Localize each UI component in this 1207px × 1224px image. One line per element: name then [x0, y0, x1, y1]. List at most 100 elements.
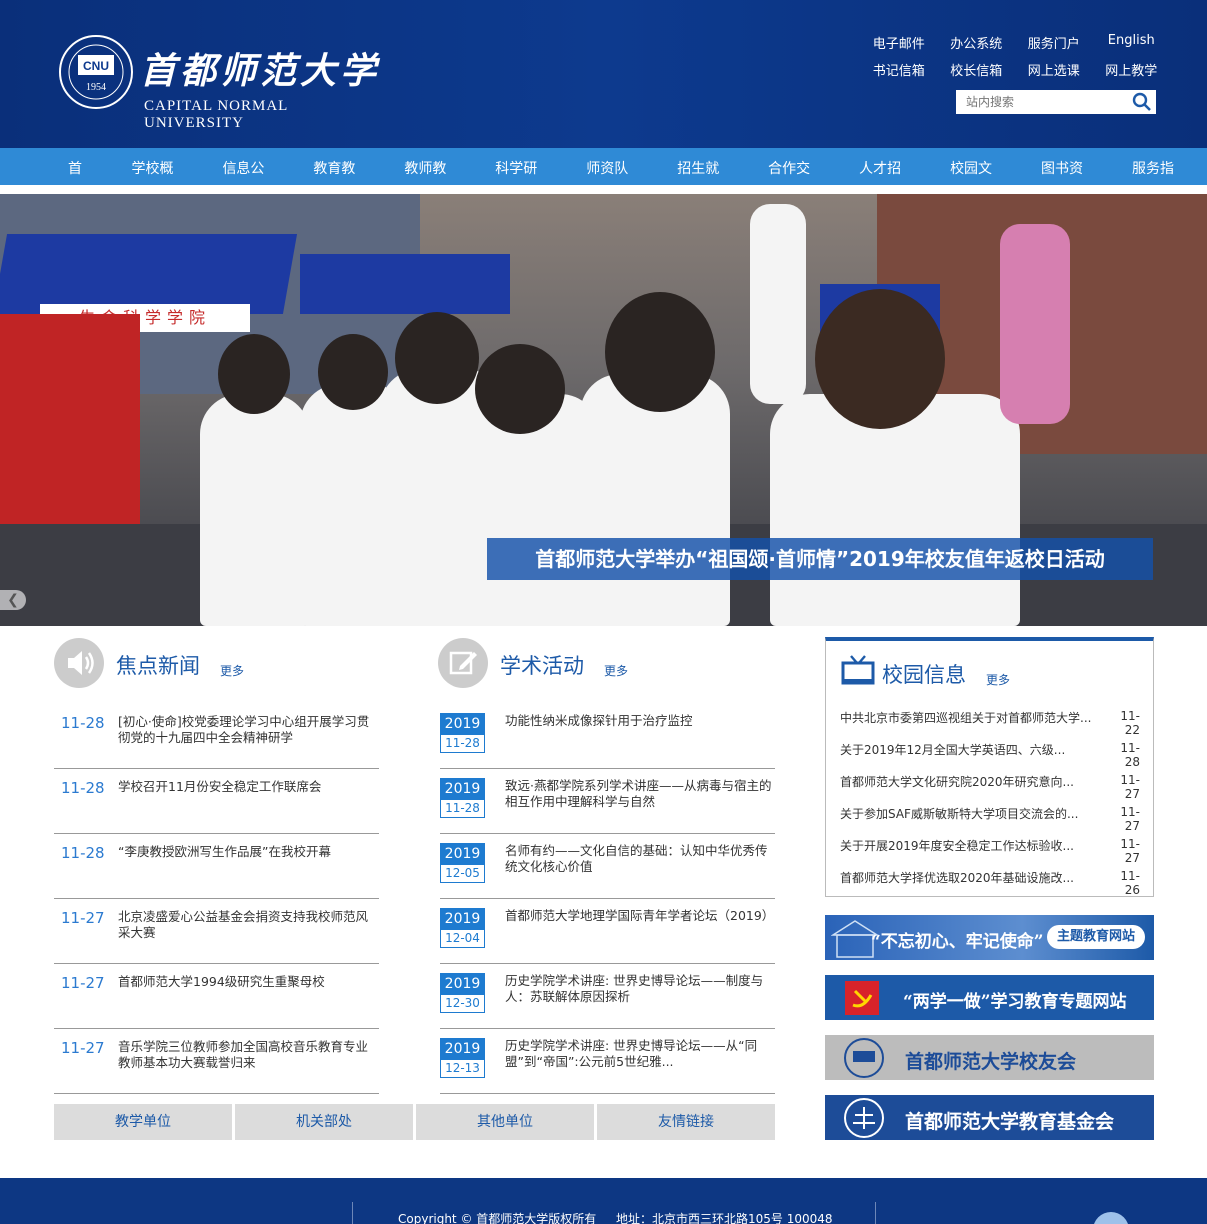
security-badge-icon[interactable] [1093, 1212, 1129, 1224]
campus-info-title-text[interactable]: 首都师范大学文化研究院2020年研究意向... [840, 773, 1106, 805]
nav-about[interactable]: 学校概况 [115, 148, 202, 219]
promo-foundation[interactable]: 首都师范大学教育基金会 [825, 1095, 1154, 1140]
news-date: 11-28 [61, 844, 105, 862]
nav-teacher-education[interactable]: 教师教育 [388, 148, 475, 219]
nav-admissions[interactable]: 招生就业 [661, 148, 748, 219]
top-link-office[interactable]: 办公系统 [938, 33, 1016, 60]
banner-person-head [395, 312, 479, 404]
academic-more-link[interactable]: 更多 [604, 662, 628, 679]
news-title[interactable]: 首都师范大学1994级研究生重聚母校 [118, 974, 376, 1028]
top-link-course-selection[interactable]: 网上选课 [1015, 60, 1093, 87]
nav-service-guide[interactable]: 服务指南 [1116, 148, 1203, 219]
academic-event-title[interactable]: 功能性纳米成像探针用于治疗监控 [505, 713, 775, 768]
list-item[interactable]: 2019 12-05 名师有约——文化自信的基础：认知中华优秀传统文化核心价值 [440, 834, 775, 899]
top-link-online-teaching[interactable]: 网上教学 [1093, 60, 1171, 87]
campus-info-more-link[interactable]: 更多 [986, 671, 1010, 688]
banner-person-head [318, 334, 388, 410]
nav-library[interactable]: 图书资料 [1025, 148, 1112, 219]
top-link-portal[interactable]: 服务门户 [1015, 33, 1093, 60]
svg-text:CNU: CNU [83, 59, 109, 73]
nav-cooperation[interactable]: 合作交流 [752, 148, 839, 219]
news-date: 11-27 [61, 1039, 105, 1057]
list-item[interactable]: 2019 12-13 历史学院学术讲座: 世界史博导论坛——从“同盟”到“帝国”:公… [440, 1029, 775, 1094]
list-item[interactable]: 11-28 [初心·使命]校党委理论学习中心组开展学习贯彻党的十九届四中全会精神研… [54, 704, 379, 769]
site-search [956, 90, 1156, 114]
campus-info-title-text[interactable]: 关于开展2019年度安全稳定工作达标验收... [840, 837, 1106, 869]
list-item[interactable]: 2019 11-28 致远·燕都学院系列学术讲座——从病毒与宿主的相互作用中理解科学… [440, 769, 775, 834]
list-item[interactable]: 11-27 北京凌盛爱心公益基金会捐资支持我校师范风采大赛 [54, 899, 379, 964]
academic-event-title[interactable]: 首都师范大学地理学国际青年学者论坛（2019） [505, 908, 775, 963]
top-link-secretary-mailbox[interactable]: 书记信箱 [860, 60, 938, 87]
banner-slideshow[interactable]: 生命科学学院 首都师范大学举办“祖国颂·首师情”2019年校友值年返校日活动 ❮ [0, 194, 1207, 626]
footer-divider [875, 1202, 876, 1224]
top-links: 电子邮件 办公系统 服务门户 English 书记信箱 校长信箱 网上选课 网上… [860, 33, 1170, 87]
banner-caption[interactable]: 首都师范大学举办“祖国颂·首师情”2019年校友值年返校日活动 [487, 538, 1153, 580]
badge-date: 12-30 [440, 995, 485, 1013]
campus-info-title-text[interactable]: 中共北京市委第四巡视组关于对首都师范大学... [840, 709, 1106, 741]
news-title[interactable]: [初心·使命]校党委理论学习中心组开展学习贯彻党的十九届四中全会精神研学 [118, 714, 376, 768]
tab-other-units[interactable]: 其他单位 [416, 1104, 594, 1140]
search-icon[interactable] [1132, 92, 1152, 112]
search-input[interactable] [956, 90, 1126, 114]
focus-news-more-link[interactable]: 更多 [220, 662, 244, 679]
focus-news-title: 焦点新闻 [116, 654, 200, 678]
top-link-english[interactable]: English [1093, 33, 1171, 60]
list-item[interactable]: 关于2019年12月全国大学英语四、六级... 11-28 [840, 741, 1140, 773]
list-item[interactable]: 关于参加SAF威斯敏斯特大学项目交流会的... 11-27 [840, 805, 1140, 837]
tab-friendly-links[interactable]: 友情链接 [597, 1104, 775, 1140]
badge-date: 12-13 [440, 1060, 485, 1078]
tab-administrative-offices[interactable]: 机关部处 [235, 1104, 413, 1140]
list-item[interactable]: 关于开展2019年度安全稳定工作达标验收... 11-27 [840, 837, 1140, 869]
university-chinese-name: 首都师范大学 [140, 50, 381, 92]
list-item[interactable]: 11-27 首都师范大学1994级研究生重聚母校 [54, 964, 379, 1029]
list-item[interactable]: 中共北京市委第四巡视组关于对首都师范大学... 11-22 [840, 709, 1140, 741]
list-item[interactable]: 11-27 音乐学院三位教师参加全国高校音乐教育专业教师基本功大赛载誉归来 [54, 1029, 379, 1094]
badge-date: 11-28 [440, 735, 485, 753]
nav-info-disclosure[interactable]: 信息公开 [206, 148, 293, 219]
news-title[interactable]: 音乐学院三位教师参加全国高校音乐教育专业教师基本功大赛载誉归来 [118, 1039, 376, 1093]
news-title[interactable]: 北京凌盛爱心公益基金会捐资支持我校师范风采大赛 [118, 909, 376, 963]
campus-info-title-text[interactable]: 首都师范大学择优选取2020年基础设施改... [840, 869, 1106, 901]
academic-event-title[interactable]: 致远·燕都学院系列学术讲座——从病毒与宿主的相互作用中理解科学与自然 [505, 778, 775, 833]
campus-info-date: 11-27 [1120, 773, 1140, 801]
campus-info-date: 11-26 [1120, 869, 1140, 897]
date-badge: 2019 11-28 [440, 778, 485, 820]
top-link-president-mailbox[interactable]: 校长信箱 [938, 60, 1016, 87]
nav-faculty[interactable]: 师资队伍 [570, 148, 657, 219]
nav-recruitment[interactable]: 人才招聘 [843, 148, 930, 219]
nav-campus-culture[interactable]: 校园文化 [934, 148, 1021, 219]
banner-prev-arrow-icon[interactable]: ❮ [0, 590, 26, 610]
academic-event-title[interactable]: 历史学院学术讲座: 世界史博导论坛——制度与人：苏联解体原因探析 [505, 973, 775, 1028]
footer-copyright: Copyright © 首都师范大学版权所有 [398, 1212, 597, 1224]
promo-theme-education[interactable]: “不忘初心、牢记使命” 主题教育网站 [825, 915, 1154, 960]
university-logo[interactable]: CNU 1954 首都师范大学 CAPITAL NORMAL UNIVERSIT… [58, 20, 388, 131]
list-item[interactable]: 2019 11-28 功能性纳米成像探针用于治疗监控 [440, 704, 775, 769]
news-date: 11-27 [61, 974, 105, 992]
banner-red-board [0, 314, 140, 554]
list-item[interactable]: 首都师范大学文化研究院2020年研究意向... 11-27 [840, 773, 1140, 805]
academic-event-title[interactable]: 名师有约——文化自信的基础：认知中华优秀传统文化核心价值 [505, 843, 775, 898]
top-link-email[interactable]: 电子邮件 [860, 33, 938, 60]
badge-date: 12-04 [440, 930, 485, 948]
nav-education[interactable]: 教育教学 [297, 148, 384, 219]
list-item[interactable]: 2019 12-04 首都师范大学地理学国际青年学者论坛（2019） [440, 899, 775, 964]
news-title[interactable]: “李庚教授欧洲写生作品展”在我校开幕 [118, 844, 376, 898]
list-item[interactable]: 2019 12-30 历史学院学术讲座: 世界史博导论坛——制度与人：苏联解体原因探… [440, 964, 775, 1029]
promo-text: 首都师范大学校友会 [905, 1051, 1077, 1073]
nav-home[interactable]: 首页 [52, 148, 111, 219]
campus-info-title-text[interactable]: 关于参加SAF威斯敏斯特大学项目交流会的... [840, 805, 1106, 837]
promo-two-studies[interactable]: “两学一做”学习教育专题网站 [825, 975, 1154, 1020]
nav-research[interactable]: 科学研究 [479, 148, 566, 219]
list-item[interactable]: 11-28 学校召开11月份安全稳定工作联席会 [54, 769, 379, 834]
svg-text:1954: 1954 [86, 82, 106, 93]
list-item[interactable]: 首都师范大学择优选取2020年基础设施改... 11-26 [840, 869, 1140, 901]
badge-year: 2019 [440, 908, 485, 930]
academic-event-title[interactable]: 历史学院学术讲座: 世界史博导论坛——从“同盟”到“帝国”:公元前5世纪雅... [505, 1038, 775, 1093]
tab-teaching-units[interactable]: 教学单位 [54, 1104, 232, 1140]
promo-alumni[interactable]: 首都师范大学校友会 [825, 1035, 1154, 1080]
news-title[interactable]: 学校召开11月份安全稳定工作联席会 [118, 779, 376, 833]
main-nav: 首页 学校概况 信息公开 教育教学 教师教育 科学研究 师资队伍 招生就业 合作… [0, 148, 1207, 219]
news-date: 11-27 [61, 909, 105, 927]
campus-info-title-text[interactable]: 关于2019年12月全国大学英语四、六级... [840, 741, 1106, 773]
list-item[interactable]: 11-28 “李庚教授欧洲写生作品展”在我校开幕 [54, 834, 379, 899]
